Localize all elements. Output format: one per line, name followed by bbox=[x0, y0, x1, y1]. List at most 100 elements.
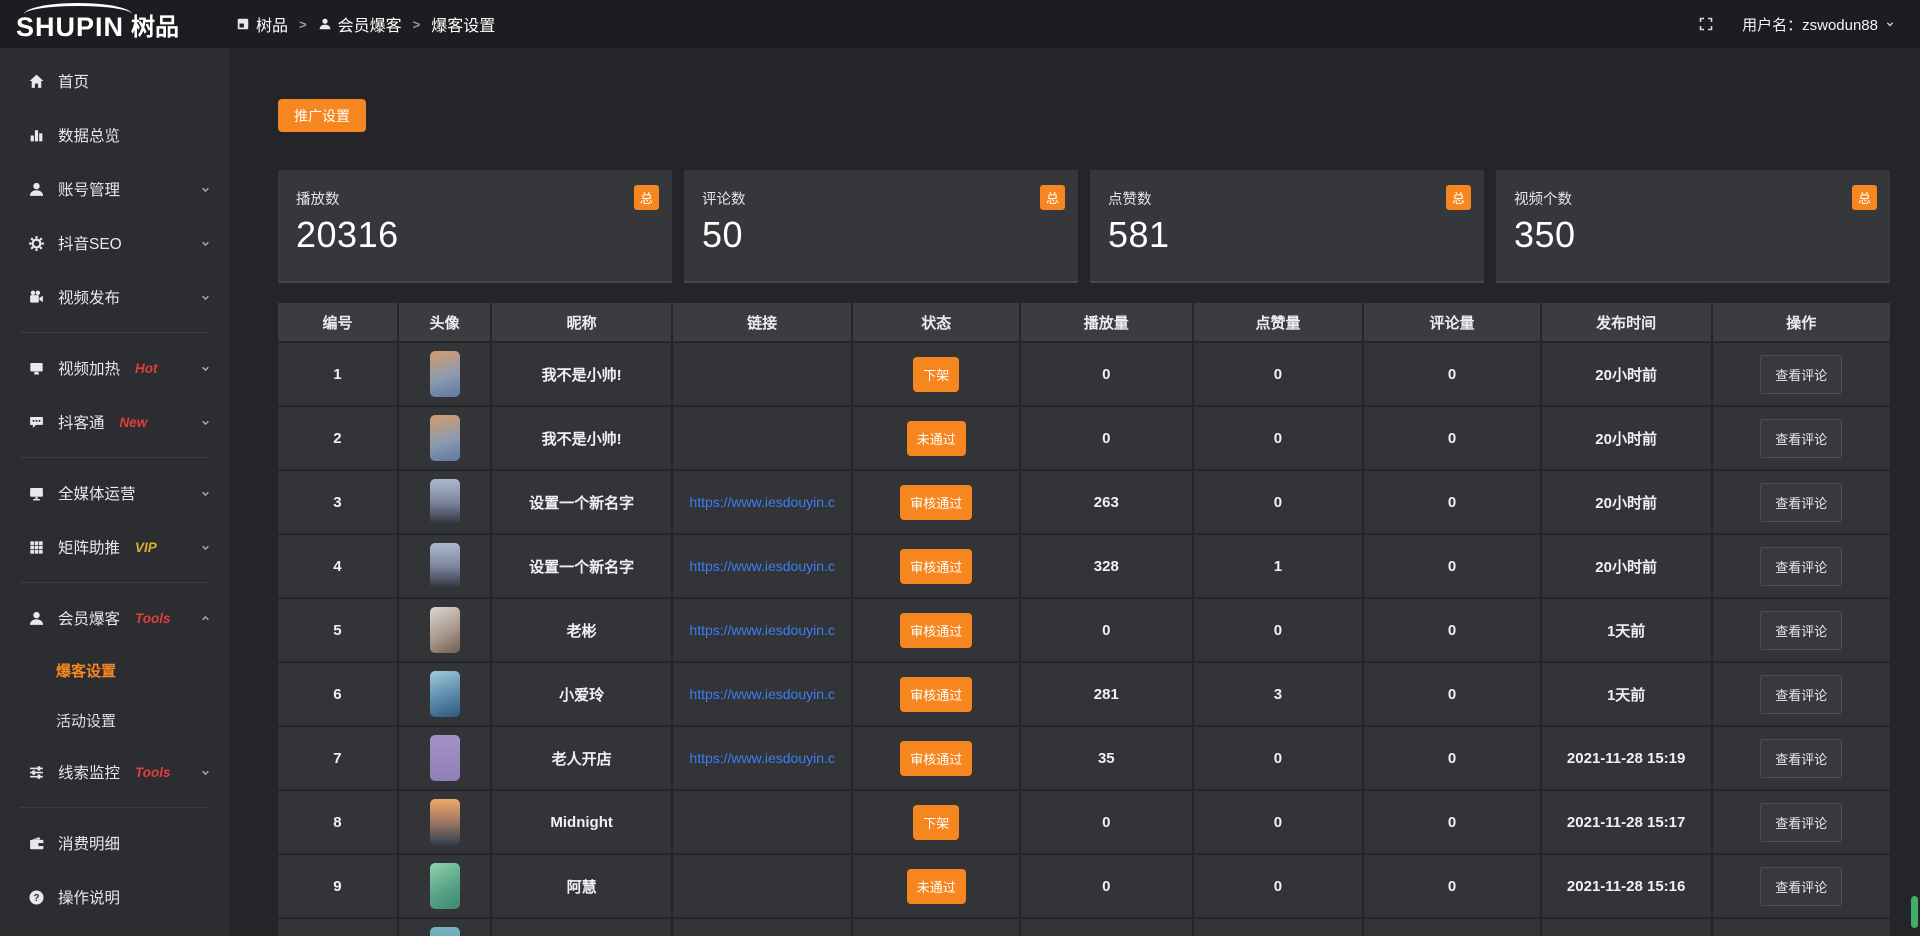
status-badge[interactable]: 未通过 bbox=[907, 421, 966, 456]
sidebar-item-label: 全媒体运营 bbox=[58, 482, 136, 504]
status-badge[interactable]: 未通过 bbox=[907, 869, 966, 904]
cell-link bbox=[673, 791, 854, 855]
video-link[interactable]: https://www.iesdouyin.c bbox=[689, 686, 835, 702]
sidebar-item-douketong[interactable]: 抖客通 New bbox=[0, 395, 230, 449]
cell-comments: 0 bbox=[1364, 599, 1541, 663]
sidebar-item-home[interactable]: 首页 bbox=[0, 54, 230, 108]
cell-link: https://www.iesdouyin.c bbox=[673, 727, 854, 791]
cell-nickname: 小爱玲 bbox=[492, 663, 673, 727]
cell-plays: 281 bbox=[1021, 663, 1193, 727]
sidebar: 首页 数据总览 账号管理 抖音SEO 视频发布 bbox=[0, 48, 230, 936]
view-comments-button[interactable]: 查看评论 bbox=[1760, 739, 1842, 778]
chevron-down-icon bbox=[199, 362, 212, 375]
column-header-actions: 操作 bbox=[1713, 303, 1890, 343]
scrollbar-thumb[interactable] bbox=[1911, 896, 1918, 928]
chevron-down-icon bbox=[199, 237, 212, 250]
cell-actions: 查看评论 bbox=[1713, 663, 1890, 727]
cell-actions bbox=[1713, 919, 1890, 936]
cell-comments: 0 bbox=[1364, 855, 1541, 919]
video-link[interactable]: https://www.iesdouyin.c bbox=[689, 622, 835, 638]
cell-plays: 0 bbox=[1021, 599, 1193, 663]
monitor-icon bbox=[28, 485, 46, 502]
help-icon: ? bbox=[28, 889, 46, 906]
column-header-avatar: 头像 bbox=[399, 303, 492, 343]
cell-status: 审核通过 bbox=[853, 663, 1021, 727]
cell-link: https://www.iesdouyin.c bbox=[673, 599, 854, 663]
view-comments-button[interactable]: 查看评论 bbox=[1760, 547, 1842, 586]
cell-avatar bbox=[399, 343, 492, 407]
view-comments-button[interactable]: 查看评论 bbox=[1760, 483, 1842, 522]
cell-id: 4 bbox=[278, 535, 399, 599]
status-badge[interactable]: 审核通过 bbox=[900, 485, 972, 520]
sidebar-item-spending-details[interactable]: 消费明细 bbox=[0, 816, 230, 870]
cell-id: 5 bbox=[278, 599, 399, 663]
stat-card-plays: 播放数 20316 总 bbox=[278, 170, 672, 283]
sidebar-item-data-overview[interactable]: 数据总览 bbox=[0, 108, 230, 162]
cell-status: 审核通过 bbox=[853, 471, 1021, 535]
sidebar-item-member-baoke[interactable]: 会员爆客 Tools bbox=[0, 591, 230, 645]
view-comments-button[interactable]: 查看评论 bbox=[1760, 355, 1842, 394]
sidebar-item-instructions[interactable]: ? 操作说明 bbox=[0, 870, 230, 924]
cell-comments: 0 bbox=[1364, 727, 1541, 791]
sidebar-subitem-activity-settings[interactable]: 活动设置 bbox=[0, 695, 230, 745]
cell-status: 下架 bbox=[853, 343, 1021, 407]
video-link[interactable]: https://www.iesdouyin.c bbox=[689, 558, 835, 574]
avatar bbox=[430, 927, 460, 936]
avatar bbox=[430, 735, 460, 781]
stat-card-videos: 视频个数 350 总 bbox=[1496, 170, 1890, 283]
breadcrumb-item-home[interactable]: 树品 bbox=[236, 12, 288, 36]
home-icon bbox=[28, 73, 46, 90]
sidebar-item-video-heating[interactable]: 视频加热 Hot bbox=[0, 341, 230, 395]
view-comments-button[interactable]: 查看评论 bbox=[1760, 611, 1842, 650]
sidebar-item-account-management[interactable]: 账号管理 bbox=[0, 162, 230, 216]
status-badge[interactable]: 审核通过 bbox=[900, 549, 972, 584]
cell-id: 8 bbox=[278, 791, 399, 855]
chevron-down-icon bbox=[199, 416, 212, 429]
avatar bbox=[430, 415, 460, 461]
video-link[interactable]: https://www.iesdouyin.c bbox=[689, 750, 835, 766]
column-header-status: 状态 bbox=[853, 303, 1021, 343]
wallet-icon bbox=[28, 835, 46, 852]
cell-publish-time: 20小时前 bbox=[1542, 407, 1713, 471]
view-comments-button[interactable]: 查看评论 bbox=[1760, 803, 1842, 842]
cell-nickname: 老人开店 bbox=[492, 727, 673, 791]
view-comments-button[interactable]: 查看评论 bbox=[1760, 419, 1842, 458]
status-badge[interactable]: 审核通过 bbox=[900, 741, 972, 776]
cell-comments: 0 bbox=[1364, 407, 1541, 471]
cell-plays bbox=[1021, 919, 1193, 936]
status-badge[interactable]: 审核通过 bbox=[900, 613, 972, 648]
view-comments-button[interactable]: 查看评论 bbox=[1760, 867, 1842, 906]
status-badge[interactable]: 下架 bbox=[913, 805, 959, 840]
cell-status: 下架 bbox=[853, 791, 1021, 855]
cell-actions: 查看评论 bbox=[1713, 407, 1890, 471]
table-row: 1 我不是小帅! 下架 0 0 0 20小时前 查看评论 bbox=[278, 343, 1890, 407]
cell-avatar bbox=[399, 407, 492, 471]
breadcrumb-item-section[interactable]: 会员爆客 bbox=[318, 12, 402, 36]
cell-status: 未通过 bbox=[853, 855, 1021, 919]
view-comments-button[interactable]: 查看评论 bbox=[1760, 675, 1842, 714]
cell-plays: 0 bbox=[1021, 855, 1193, 919]
user-menu[interactable]: 用户名：zswodun88 bbox=[1742, 14, 1896, 35]
main-content: 推广设置 播放数 20316 总 评论数 50 总 点赞数 581 总 视频个数… bbox=[230, 48, 1920, 936]
breadcrumb-label: 树品 bbox=[256, 12, 288, 36]
sidebar-item-matrix-boost[interactable]: 矩阵助推 VIP bbox=[0, 520, 230, 574]
sidebar-item-label: 抖音SEO bbox=[58, 232, 122, 254]
cell-actions: 查看评论 bbox=[1713, 855, 1890, 919]
status-badge[interactable]: 下架 bbox=[913, 357, 959, 392]
stat-card-likes: 点赞数 581 总 bbox=[1090, 170, 1484, 283]
status-badge[interactable]: 审核通过 bbox=[900, 677, 972, 712]
sidebar-item-omni-media[interactable]: 全媒体运营 bbox=[0, 466, 230, 520]
cell-id: 7 bbox=[278, 727, 399, 791]
stat-cards: 播放数 20316 总 评论数 50 总 点赞数 581 总 视频个数 350 … bbox=[278, 170, 1890, 283]
video-link[interactable]: https://www.iesdouyin.c bbox=[689, 494, 835, 510]
sidebar-item-lead-monitoring[interactable]: 线索监控 Tools bbox=[0, 745, 230, 799]
promotion-settings-button[interactable]: 推广设置 bbox=[278, 99, 366, 132]
table-row: 8 Midnight 下架 0 0 0 2021-11-28 15:17 查看评… bbox=[278, 791, 1890, 855]
sidebar-item-douyin-seo[interactable]: 抖音SEO bbox=[0, 216, 230, 270]
sidebar-subitem-baoke-settings[interactable]: 爆客设置 bbox=[0, 645, 230, 695]
sidebar-item-video-publish[interactable]: 视频发布 bbox=[0, 270, 230, 324]
sidebar-item-label: 操作说明 bbox=[58, 886, 120, 908]
cell-link bbox=[673, 343, 854, 407]
fullscreen-icon[interactable] bbox=[1698, 16, 1714, 32]
sidebar-item-label: 会员爆客 bbox=[58, 607, 120, 629]
